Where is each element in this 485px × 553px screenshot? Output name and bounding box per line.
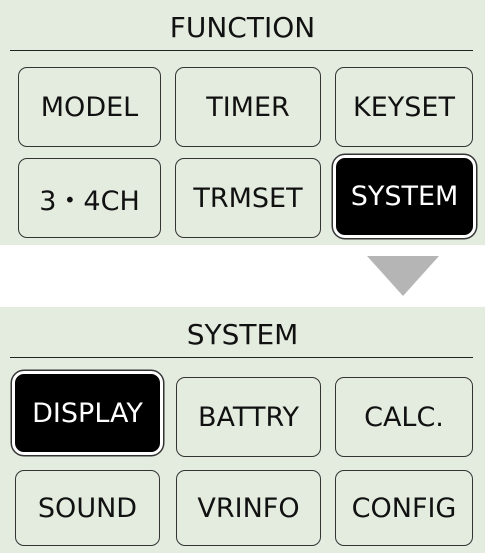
config-button[interactable]: CONFIG — [335, 470, 473, 546]
model-button[interactable]: MODEL — [18, 67, 161, 147]
function-menu-title: FUNCTION — [169, 11, 316, 44]
system-menu-title: SYSTEM — [186, 318, 299, 351]
display-button[interactable]: DISPLAY — [15, 374, 160, 452]
vrinfo-button[interactable]: VRINFO — [176, 470, 321, 546]
calc-button[interactable]: CALC. — [335, 377, 473, 457]
sound-button[interactable]: SOUND — [15, 470, 160, 546]
battry-button[interactable]: BATTRY — [176, 377, 321, 457]
system-menu-panel: SYSTEM DISPLAY BATTRY CALC. SOUND VRINFO… — [0, 307, 485, 553]
system-title-divider — [10, 357, 473, 358]
system-button[interactable]: SYSTEM — [336, 158, 473, 235]
down-triangle-icon — [367, 256, 439, 296]
trmset-button[interactable]: TRMSET — [175, 158, 321, 238]
function-title-divider — [10, 50, 473, 51]
function-menu-panel: FUNCTION MODEL TIMER KEYSET 3・4CH TRMSET… — [0, 0, 485, 245]
timer-button[interactable]: TIMER — [175, 67, 321, 147]
keyset-button[interactable]: KEYSET — [335, 67, 473, 147]
ch34-button[interactable]: 3・4CH — [18, 158, 161, 238]
